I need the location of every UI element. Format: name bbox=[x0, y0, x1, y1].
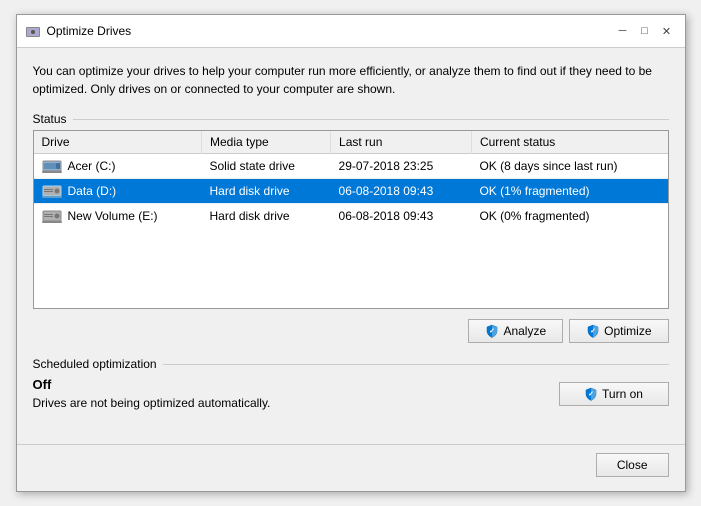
scheduled-info: Off Drives are not being optimized autom… bbox=[33, 377, 271, 410]
status-cell: OK (0% fragmented) bbox=[471, 204, 667, 229]
turn-on-button[interactable]: ✓ Turn on bbox=[559, 382, 669, 406]
col-current-status: Current status bbox=[471, 131, 667, 154]
drive-name: Acer (C:) bbox=[68, 159, 116, 173]
optimize-label: Optimize bbox=[604, 324, 651, 338]
close-window-button[interactable]: ✕ bbox=[657, 21, 677, 41]
col-drive: Drive bbox=[34, 131, 202, 154]
last-run-cell: 06-08-2018 09:43 bbox=[331, 179, 472, 204]
drives-table: Drive Media type Last run Current status… bbox=[34, 131, 668, 228]
scheduled-description: Drives are not being optimized automatic… bbox=[33, 396, 271, 410]
svg-text:✓: ✓ bbox=[490, 328, 496, 335]
window-icon bbox=[25, 23, 41, 39]
scheduled-section-label: Scheduled optimization bbox=[33, 357, 669, 371]
drive-cell: Data (D:) bbox=[34, 179, 202, 204]
drive-cell: Acer (C:) bbox=[34, 154, 202, 179]
last-run-cell: 06-08-2018 09:43 bbox=[331, 204, 472, 229]
media-type-cell: Hard disk drive bbox=[202, 179, 331, 204]
maximize-button[interactable]: □ bbox=[635, 21, 655, 41]
action-buttons: ✓ Analyze ✓ Optimize bbox=[33, 319, 669, 343]
optimize-button[interactable]: ✓ Optimize bbox=[569, 319, 668, 343]
drive-icon bbox=[42, 208, 62, 224]
media-type-cell: Solid state drive bbox=[202, 154, 331, 179]
table-row[interactable]: New Volume (E:) Hard disk drive06-08-201… bbox=[34, 204, 668, 229]
window-title: Optimize Drives bbox=[47, 24, 613, 38]
analyze-button[interactable]: ✓ Analyze bbox=[468, 319, 563, 343]
svg-text:✓: ✓ bbox=[588, 391, 594, 398]
media-type-cell: Hard disk drive bbox=[202, 204, 331, 229]
turn-on-shield-icon: ✓ bbox=[584, 387, 598, 401]
status-section-label: Status bbox=[33, 112, 669, 126]
table-empty-space bbox=[34, 228, 668, 308]
last-run-cell: 29-07-2018 23:25 bbox=[331, 154, 472, 179]
scheduled-status: Off bbox=[33, 377, 271, 392]
close-button[interactable]: Close bbox=[596, 453, 669, 477]
svg-text:✓: ✓ bbox=[590, 328, 596, 335]
drive-name: New Volume (E:) bbox=[68, 209, 158, 223]
minimize-button[interactable]: ─ bbox=[613, 21, 633, 41]
drives-table-body: Acer (C:) Solid state drive29-07-2018 23… bbox=[34, 154, 668, 229]
drive-cell: New Volume (E:) bbox=[34, 204, 202, 229]
drive-icon bbox=[42, 183, 62, 199]
optimize-drives-window: Optimize Drives ─ □ ✕ You can optimize y… bbox=[16, 14, 686, 492]
drive-icon bbox=[42, 158, 62, 174]
table-row[interactable]: Acer (C:) Solid state drive29-07-2018 23… bbox=[34, 154, 668, 179]
scheduled-content: Off Drives are not being optimized autom… bbox=[33, 377, 669, 410]
title-bar: Optimize Drives ─ □ ✕ bbox=[17, 15, 685, 48]
turn-on-label: Turn on bbox=[602, 387, 643, 401]
status-cell: OK (8 days since last run) bbox=[471, 154, 667, 179]
drives-table-container: Drive Media type Last run Current status… bbox=[33, 130, 669, 309]
status-cell: OK (1% fragmented) bbox=[471, 179, 667, 204]
table-row[interactable]: Data (D:) Hard disk drive06-08-2018 09:4… bbox=[34, 179, 668, 204]
scheduled-section: Scheduled optimization Off Drives are no… bbox=[33, 357, 669, 410]
window-controls: ─ □ ✕ bbox=[613, 21, 677, 41]
footer: Close bbox=[17, 444, 685, 491]
analyze-shield-icon: ✓ bbox=[485, 324, 499, 338]
main-content: You can optimize your drives to help you… bbox=[17, 48, 685, 440]
analyze-label: Analyze bbox=[503, 324, 546, 338]
description-text: You can optimize your drives to help you… bbox=[33, 62, 669, 98]
col-media-type: Media type bbox=[202, 131, 331, 154]
col-last-run: Last run bbox=[331, 131, 472, 154]
table-header-row: Drive Media type Last run Current status bbox=[34, 131, 668, 154]
drive-name: Data (D:) bbox=[68, 184, 117, 198]
optimize-shield-icon: ✓ bbox=[586, 324, 600, 338]
